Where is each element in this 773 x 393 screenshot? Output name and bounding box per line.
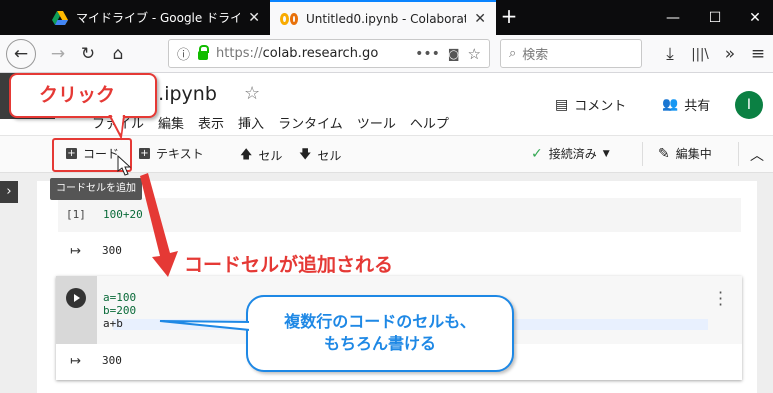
cell-output: 300 — [102, 244, 122, 257]
pencil-icon: ✎ — [658, 145, 670, 162]
browser-tab-strip: マイドライブ - Google ドライブ ✕ Untitled0.ipynb -… — [0, 0, 773, 35]
code-line[interactable]: a=100 — [103, 291, 136, 304]
menu-item-edit[interactable]: 編集 — [158, 113, 184, 132]
arrow-up-icon: 🡅 — [240, 147, 253, 161]
tab-google-drive[interactable]: マイドライブ - Google ドライブ ✕ — [42, 0, 270, 35]
tab-colab[interactable]: Untitled0.ipynb - Colaboratory ✕ — [270, 0, 496, 35]
close-window-icon[interactable]: ✕ — [735, 0, 773, 35]
menu-item-runtime[interactable]: ランタイム — [278, 113, 343, 132]
share-label: 共有 — [684, 99, 711, 114]
check-icon: ✓ — [531, 145, 543, 162]
output-arrow-icon: ↦ — [70, 354, 81, 369]
colab-icon — [280, 12, 298, 25]
note-line-1: 複数行のコードのセルも、 — [284, 312, 476, 331]
side-panel-toggle-icon[interactable]: › — [0, 181, 18, 203]
code-cell[interactable] — [58, 198, 741, 232]
editing-label: 編集中 — [675, 147, 712, 161]
collapse-chevron-icon[interactable]: ︿ — [750, 145, 764, 165]
arrow-down-icon: 🡇 — [299, 147, 312, 161]
comment-label: コメント — [574, 99, 627, 114]
home-button[interactable]: ⌂ — [104, 40, 132, 68]
info-icon[interactable]: ⓘ — [177, 44, 190, 63]
overflow-chevron-icon[interactable]: » — [716, 40, 744, 68]
minimize-icon[interactable]: — — [653, 0, 693, 35]
divider — [642, 142, 643, 166]
menu-item-view[interactable]: 表示 — [198, 113, 224, 132]
tab-label: Untitled0.ipynb - Colaboratory — [306, 11, 467, 26]
editing-mode-button[interactable]: ✎ 編集中 — [658, 145, 712, 162]
cell-down-label: セル — [317, 149, 342, 163]
code-line[interactable]: a+b — [103, 317, 123, 330]
menu-item-insert[interactable]: 挿入 — [238, 113, 264, 132]
people-icon: 👥 — [662, 97, 679, 112]
comment-icon: ▤ — [555, 96, 569, 113]
search-icon: ⌕ — [509, 46, 517, 61]
dropdown-caret-icon: ▼ — [602, 148, 610, 159]
move-cell-up-button[interactable]: 🡅 セル — [240, 145, 282, 166]
run-cell-button[interactable] — [66, 288, 86, 308]
screenshot-root: マイドライブ - Google ドライブ ✕ Untitled0.ipynb -… — [0, 0, 773, 393]
forward-button[interactable]: → — [44, 40, 72, 68]
note-line-2: もちろん書ける — [323, 334, 436, 353]
avatar[interactable]: I — [735, 91, 763, 119]
plus-icon: + — [139, 148, 150, 159]
code-line[interactable]: b=200 — [103, 304, 136, 317]
tab-label: マイドライブ - Google ドライブ — [76, 11, 241, 25]
search-input[interactable]: ⌕ 検索 — [500, 39, 642, 68]
cell-gutter — [56, 276, 97, 344]
connected-label: 接続済み — [548, 147, 597, 161]
download-icon[interactable]: ⤓ — [656, 40, 684, 68]
lock-icon — [198, 45, 210, 60]
comment-button[interactable]: ▤ コメント — [555, 95, 627, 115]
library-icon[interactable]: |||\ — [686, 40, 714, 68]
star-icon[interactable]: ☆ — [244, 83, 260, 104]
pocket-icon[interactable]: ◙ — [448, 47, 460, 61]
bookmark-star-icon[interactable]: ☆ — [468, 45, 481, 63]
menu-item-tools[interactable]: ツール — [357, 113, 396, 132]
browser-nav-bar: ← → ↻ ⌂ ⓘ https://colab.research.go ••• … — [0, 35, 773, 73]
maximize-icon[interactable]: ☐ — [695, 0, 735, 35]
add-text-cell-button[interactable]: + テキスト — [139, 145, 204, 162]
added-annotation: コードセルが追加される — [184, 254, 394, 276]
back-button[interactable]: ← — [6, 39, 36, 69]
menu-icon[interactable]: ≡ — [744, 40, 772, 68]
cell-up-label: セル — [258, 149, 283, 163]
tooltip: コードセルを追加 — [50, 178, 142, 200]
click-callout: クリック — [9, 73, 157, 118]
cell-output: 300 — [102, 354, 122, 367]
code-line[interactable]: 100+20 — [103, 208, 143, 221]
move-cell-down-button[interactable]: 🡇 セル — [299, 145, 341, 166]
address-bar[interactable]: ⓘ https://colab.research.go ••• ◙ ☆ — [168, 39, 490, 68]
note-bubble: 複数行のコードのセルも、 もちろん書ける — [246, 295, 514, 372]
search-placeholder: 検索 — [522, 48, 549, 63]
page-actions-icon[interactable]: ••• — [415, 46, 440, 62]
divider — [738, 142, 739, 166]
highlight-box — [52, 138, 132, 172]
close-tab-icon[interactable]: ✕ — [248, 10, 260, 26]
google-drive-icon — [52, 10, 68, 25]
execution-count: [1] — [66, 208, 86, 221]
cell-more-options-icon[interactable]: · · · — [718, 285, 723, 313]
url-text: https://colab.research.go — [216, 46, 379, 61]
connection-status-button[interactable]: ✓ 接続済み ▼ — [531, 145, 610, 162]
close-tab-icon[interactable]: ✕ — [474, 11, 486, 27]
menu-item-help[interactable]: ヘルプ — [410, 113, 449, 132]
add-text-label: テキスト — [156, 147, 204, 161]
reload-button[interactable]: ↻ — [74, 40, 102, 68]
share-button[interactable]: 👥 共有 — [662, 95, 710, 114]
output-arrow-icon: ↦ — [70, 244, 81, 259]
new-tab-button[interactable]: + — [498, 6, 520, 28]
